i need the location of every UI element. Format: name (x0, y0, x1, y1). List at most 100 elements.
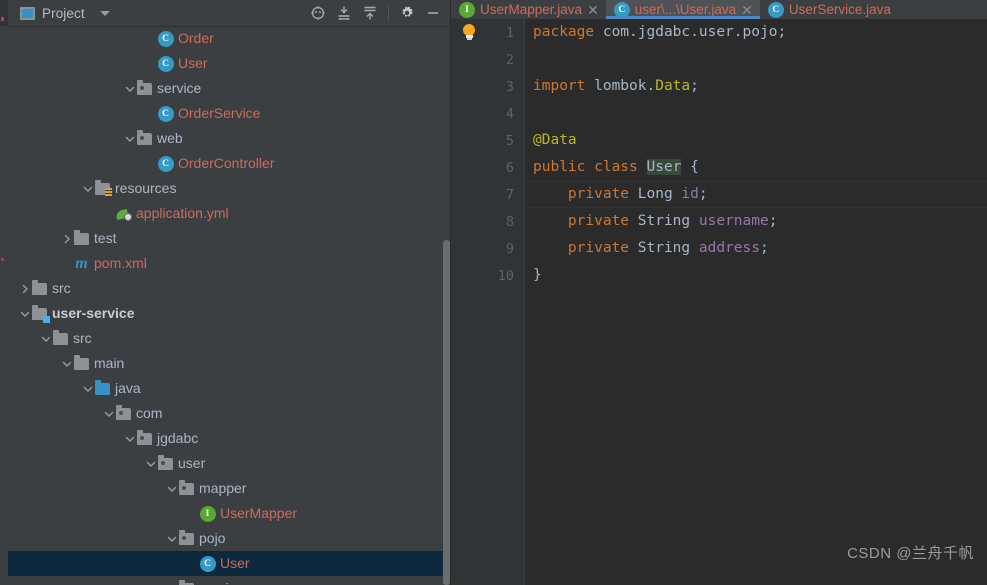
chevron-down-icon[interactable] (81, 376, 94, 401)
tree-node-user[interactable]: C User (8, 51, 451, 76)
tree-node-src[interactable]: src (8, 276, 451, 301)
locate-icon[interactable] (306, 1, 330, 25)
chevron-down-icon[interactable] (165, 476, 178, 501)
line-number: 3 (505, 79, 514, 95)
tree-node-test[interactable]: test (8, 226, 451, 251)
interface-icon: I (199, 501, 216, 526)
project-tree[interactable]: C Order C User service C OrderService web C Order… (8, 26, 451, 585)
tree-node-com[interactable]: com (8, 401, 451, 426)
line-number: 8 (505, 214, 514, 230)
tree-node-label: java (115, 380, 141, 396)
code-token: address (698, 240, 760, 256)
code-token: { (681, 159, 699, 175)
tree-node-usermapper[interactable]: I UserMapper (8, 501, 451, 526)
project-panel-header: Project (8, 0, 451, 27)
folder-icon (73, 226, 90, 251)
close-icon[interactable]: ✕ (741, 3, 753, 17)
editor-tab-user-user-java[interactable]: Cuser\...\User.java ✕ (605, 0, 760, 19)
tree-node-label: user (178, 455, 206, 471)
code-token: ; (690, 78, 699, 94)
yaml-file-icon (114, 201, 132, 226)
chevron-down-icon[interactable] (99, 10, 110, 16)
chevron-down-icon[interactable] (60, 351, 73, 376)
tree-node-user-service[interactable]: user-service (8, 301, 451, 326)
minimize-icon[interactable] (421, 1, 445, 25)
tree-node-mapper[interactable]: mapper (8, 476, 451, 501)
chevron-down-icon[interactable] (123, 76, 136, 101)
tree-node-pom-xml[interactable]: m pom.xml (8, 251, 451, 276)
tree-node-label: User (220, 555, 250, 571)
code-editor[interactable]: 1 2 3 4 5 6 7 8 9 10 package com.jgdabc.user.pojo… (451, 19, 987, 585)
chevron-down-icon[interactable] (102, 401, 115, 426)
tree-node-service[interactable]: service (8, 76, 451, 101)
tab-label: user\...\User.java (634, 2, 737, 17)
class-icon: C (157, 151, 174, 176)
package-icon (178, 476, 195, 501)
code-line: private Long id; (533, 181, 708, 208)
expand-all-icon[interactable] (332, 1, 356, 25)
editor-tab-usermapper-java[interactable]: I UserMapper.java ✕ (451, 0, 606, 19)
code-token: package (533, 24, 603, 40)
code-token: com.jgdabc.user.pojo; (602, 24, 787, 40)
package-icon (136, 76, 153, 101)
tree-node-web[interactable]: web (8, 126, 451, 151)
close-icon[interactable]: ✕ (587, 3, 599, 17)
gear-icon[interactable] (395, 1, 419, 25)
tree-node-orderservice[interactable]: C OrderService (8, 101, 451, 126)
line-number: 6 (505, 160, 514, 176)
chevron-down-icon[interactable] (165, 576, 178, 585)
tree-node-label: pom.xml (94, 255, 147, 271)
code-line: public class User { (533, 154, 699, 181)
tree-node-label: src (52, 280, 71, 296)
chevron-down-icon[interactable] (81, 176, 94, 201)
tree-node-user[interactable]: C User (8, 551, 451, 576)
code-content[interactable]: package com.jgdabc.user.pojo; import lomb… (524, 19, 987, 585)
panel-title: Project (42, 5, 85, 21)
tree-node-src[interactable]: src (8, 326, 451, 351)
edge-marker-icon (1, 258, 4, 261)
chevron-right-icon[interactable] (60, 226, 73, 251)
module-icon (31, 301, 50, 326)
class-icon: C (157, 51, 174, 76)
tree-node-label: web (157, 130, 183, 146)
tree-node-main[interactable]: main (8, 351, 451, 376)
project-window-icon (20, 6, 35, 20)
chevron-right-icon[interactable] (18, 276, 31, 301)
tree-node-order[interactable]: C Order (8, 26, 451, 51)
tree-node-application-yml[interactable]: application.yml (8, 201, 451, 226)
tree-arrow-placeholder (144, 101, 157, 126)
tree-node-java[interactable]: java (8, 376, 451, 401)
ide-window: Project C Order C User service C OrderSe… (0, 0, 987, 585)
tree-node-label: jgdabc (157, 430, 199, 446)
tree-node-label: application.yml (136, 205, 229, 221)
tree-node-jgdabc[interactable]: jgdabc (8, 426, 451, 451)
folder-icon (52, 326, 69, 351)
collapse-all-icon[interactable] (358, 1, 382, 25)
project-tree-scrollbar[interactable] (443, 240, 450, 585)
editor-tab-userservice-java[interactable]: C UserService.java (760, 0, 898, 19)
tree-node-user[interactable]: user (8, 451, 451, 476)
project-title-group[interactable]: Project (20, 6, 110, 21)
chevron-down-icon[interactable] (123, 126, 136, 151)
chevron-down-icon[interactable] (39, 326, 52, 351)
tree-node-service[interactable]: service (8, 576, 451, 585)
code-token: import (533, 78, 595, 94)
tree-node-label: pojo (199, 530, 226, 546)
code-token: User (646, 159, 682, 175)
tree-node-pojo[interactable]: pojo (8, 526, 451, 551)
line-number: 2 (505, 52, 514, 68)
chevron-down-icon[interactable] (144, 451, 157, 476)
tree-node-ordercontroller[interactable]: C OrderController (8, 151, 451, 176)
code-token: Long (637, 186, 682, 202)
chevron-down-icon[interactable] (165, 526, 178, 551)
package-icon (136, 126, 153, 151)
tree-node-resources[interactable]: resources (8, 176, 451, 201)
lightbulb-icon[interactable] (462, 24, 476, 40)
tree-node-label: main (94, 355, 125, 371)
chevron-down-icon[interactable] (18, 301, 31, 326)
package-icon (157, 451, 174, 476)
editor-gutter[interactable]: 1 2 3 4 5 6 7 8 9 10 (451, 19, 525, 585)
tree-node-label: Order (178, 30, 214, 46)
edge-marker-icon (1, 17, 4, 21)
chevron-down-icon[interactable] (123, 426, 136, 451)
